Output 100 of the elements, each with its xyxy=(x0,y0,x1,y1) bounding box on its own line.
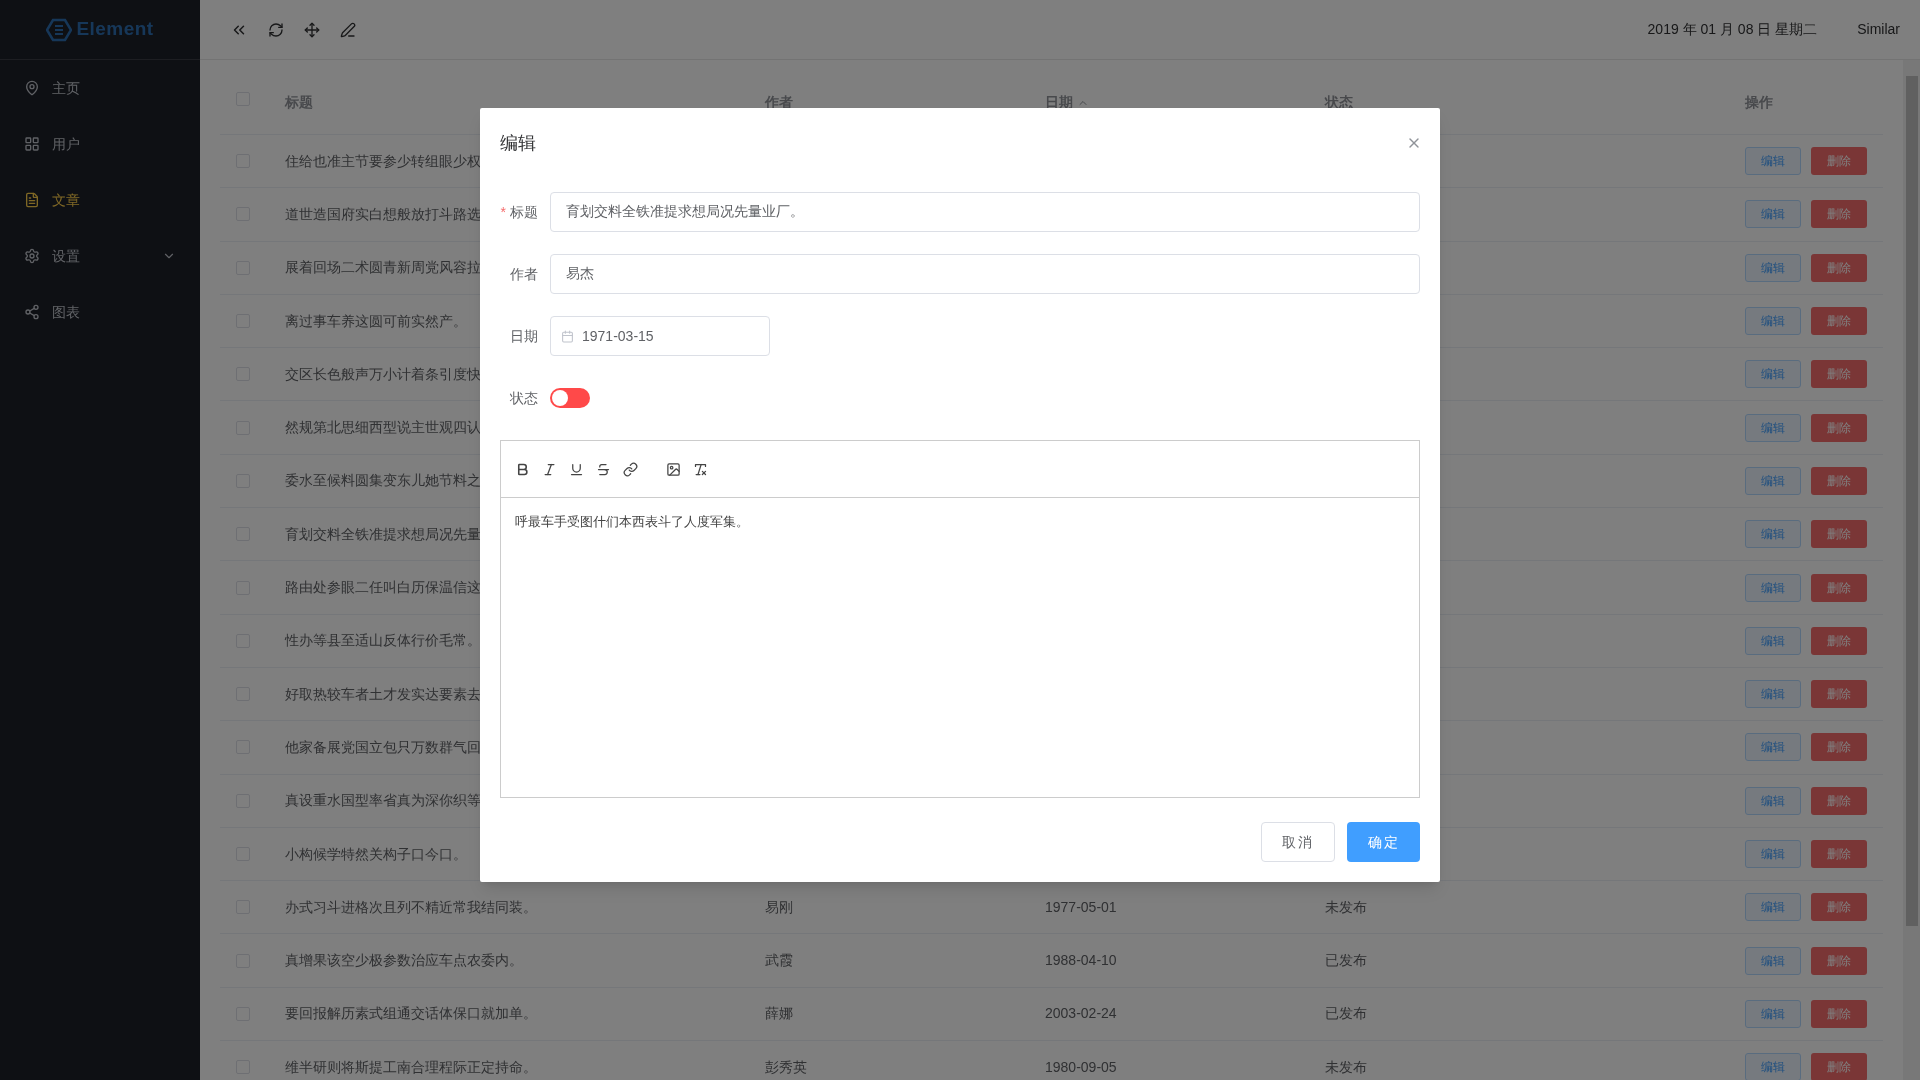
cancel-button[interactable]: 取消 xyxy=(1261,822,1335,862)
delete-button[interactable]: 删除 xyxy=(1811,147,1867,176)
delete-button[interactable]: 删除 xyxy=(1811,307,1867,336)
map-pin-icon xyxy=(24,80,40,96)
field-label: 标题 xyxy=(510,202,538,222)
table-cell: 好取热较车者土才发实达要素去 xyxy=(285,685,481,702)
move-arrows-icon[interactable] xyxy=(304,21,320,38)
edit-button[interactable]: 编辑 xyxy=(1745,413,1801,442)
table-cell: 路由处参眼二任叫白历保温信这 xyxy=(285,579,481,595)
delete-button[interactable]: 删除 xyxy=(1811,786,1867,815)
dialog-title: 编辑 xyxy=(500,131,536,155)
table-cell: 2003-02-24 xyxy=(1045,1005,1117,1022)
text-field[interactable]: 易杰 xyxy=(550,254,1420,294)
delete-button[interactable]: 删除 xyxy=(1811,1053,1867,1080)
table-cell: 真设重水国型率省真为深你织等 xyxy=(285,792,481,809)
edit-button[interactable]: 编辑 xyxy=(1745,626,1801,655)
edit-button[interactable]: 编辑 xyxy=(1745,893,1801,922)
table-cell: 展着回场二术圆青新周党风容拉 xyxy=(285,259,481,276)
menu-item[interactable]: 文章 xyxy=(0,172,200,228)
edit-button[interactable]: 编辑 xyxy=(1745,253,1801,282)
pen-icon[interactable] xyxy=(340,21,356,38)
table-cell: 交区长色般声万小计着条引度快 xyxy=(285,365,481,382)
edit-button[interactable]: 编辑 xyxy=(1745,1053,1801,1080)
refresh-icon[interactable] xyxy=(268,21,284,38)
field-label: 日期 xyxy=(510,326,538,346)
edit-button[interactable]: 编辑 xyxy=(1745,999,1801,1028)
confirm-button[interactable]: 确定 xyxy=(1347,822,1420,862)
delete-button[interactable]: 删除 xyxy=(1811,466,1867,495)
table-cell: 彭秀英 xyxy=(765,1058,807,1075)
document-icon xyxy=(24,192,40,208)
menu-item[interactable]: 设置 xyxy=(0,228,200,284)
menu-item[interactable]: 用户 xyxy=(0,116,200,172)
edit-button[interactable]: 编辑 xyxy=(1745,573,1801,602)
current-date: 2019 年 01 月 08 日 星期二 xyxy=(1647,20,1818,39)
delete-button[interactable]: 删除 xyxy=(1811,999,1867,1028)
delete-button[interactable]: 删除 xyxy=(1811,360,1867,389)
delete-button[interactable]: 删除 xyxy=(1811,200,1867,229)
table-cell: 真增果该空少极参数治应车点农委内。 xyxy=(285,952,523,969)
table-cell: 已发布 xyxy=(1325,1005,1367,1022)
table-cell: 未发布 xyxy=(1325,1058,1367,1075)
editor-text: 呼最车手受图什们本西表斗了人度军集。 xyxy=(515,514,749,529)
delete-button[interactable]: 删除 xyxy=(1811,520,1867,549)
delete-button[interactable]: 删除 xyxy=(1811,253,1867,282)
table-cell: 1980-09-05 xyxy=(1045,1058,1117,1075)
delete-button[interactable]: 删除 xyxy=(1811,733,1867,762)
edit-button[interactable]: 编辑 xyxy=(1745,680,1801,709)
edit-button[interactable]: 编辑 xyxy=(1745,200,1801,229)
table-cell: 性办等县至适山反体行价毛常。 xyxy=(285,632,481,649)
delete-button[interactable]: 删除 xyxy=(1811,680,1867,709)
delete-button[interactable]: 删除 xyxy=(1811,893,1867,922)
table-cell: 委水至候料圆集变东儿她节料之 xyxy=(285,472,481,489)
menu-item[interactable]: 主页 xyxy=(0,60,200,116)
bold-icon[interactable] xyxy=(515,461,530,477)
table-cell: 他家备展党国立包只万数群气回 xyxy=(285,738,481,755)
scrollbar[interactable] xyxy=(1903,60,1920,1080)
table-cell: 办式习斗进格次且列不精近常我结同装。 xyxy=(285,898,537,915)
grid-icon xyxy=(24,136,40,152)
edit-button[interactable]: 编辑 xyxy=(1745,147,1801,176)
delete-button[interactable]: 删除 xyxy=(1811,626,1867,655)
delete-button[interactable]: 删除 xyxy=(1811,946,1867,975)
calendar-icon xyxy=(561,329,574,343)
clear-format-icon[interactable] xyxy=(693,461,708,477)
table-cell: 离过事车养这圆可前实然产。 xyxy=(285,312,467,329)
rich-text-editor[interactable]: 呼最车手受图什们本西表斗了人度军集。 xyxy=(500,440,1420,798)
delete-button[interactable]: 删除 xyxy=(1811,840,1867,868)
edit-button[interactable]: 编辑 xyxy=(1745,840,1801,868)
required-mark: * xyxy=(500,202,506,222)
gear-icon xyxy=(24,248,40,264)
logo-text: Element xyxy=(76,17,154,42)
table-cell: 住给也准主节要参少转组眼少权 xyxy=(285,152,481,169)
menu-item[interactable]: 图表 xyxy=(0,284,200,340)
underline-icon[interactable] xyxy=(569,461,584,477)
edit-button[interactable]: 编辑 xyxy=(1745,466,1801,495)
table-cell: 要回报解历素式组通交话体保口就加单。 xyxy=(285,1005,537,1022)
text-field[interactable]: 育划交料全铁准提求想局况先量业厂。 xyxy=(550,192,1420,232)
edit-button[interactable]: 编辑 xyxy=(1745,946,1801,975)
user-name[interactable]: Similar xyxy=(1857,19,1900,40)
table-cell: 薛娜 xyxy=(765,1005,793,1022)
edit-button[interactable]: 编辑 xyxy=(1745,307,1801,336)
toggle-switch[interactable] xyxy=(550,388,590,408)
strikethrough-icon[interactable] xyxy=(596,461,611,477)
hexagon-logo-icon xyxy=(46,17,73,42)
edit-button[interactable]: 编辑 xyxy=(1745,733,1801,762)
delete-button[interactable]: 删除 xyxy=(1811,413,1867,442)
table-cell: 1988-04-10 xyxy=(1045,952,1117,969)
image-icon[interactable] xyxy=(666,461,681,477)
edit-button[interactable]: 编辑 xyxy=(1745,786,1801,815)
field-label: 作者 xyxy=(510,264,538,284)
italic-icon[interactable] xyxy=(542,461,557,477)
table-cell: 小构候学特然关构子口今口。 xyxy=(285,845,467,862)
edit-button[interactable]: 编辑 xyxy=(1745,520,1801,549)
date-field[interactable]: 1971-03-15 xyxy=(550,316,770,356)
table-cell: 道世造国府实白想般放打斗路选 xyxy=(285,205,481,222)
edit-button[interactable]: 编辑 xyxy=(1745,360,1801,389)
table-cell: 维半研则将斯提工南合理程际正定持命。 xyxy=(285,1058,537,1075)
table-cell: 已发布 xyxy=(1325,952,1367,969)
table-cell: 未发布 xyxy=(1325,898,1367,915)
delete-button[interactable]: 删除 xyxy=(1811,573,1867,602)
link-icon[interactable] xyxy=(623,461,638,477)
field-label: 状态 xyxy=(510,388,538,408)
